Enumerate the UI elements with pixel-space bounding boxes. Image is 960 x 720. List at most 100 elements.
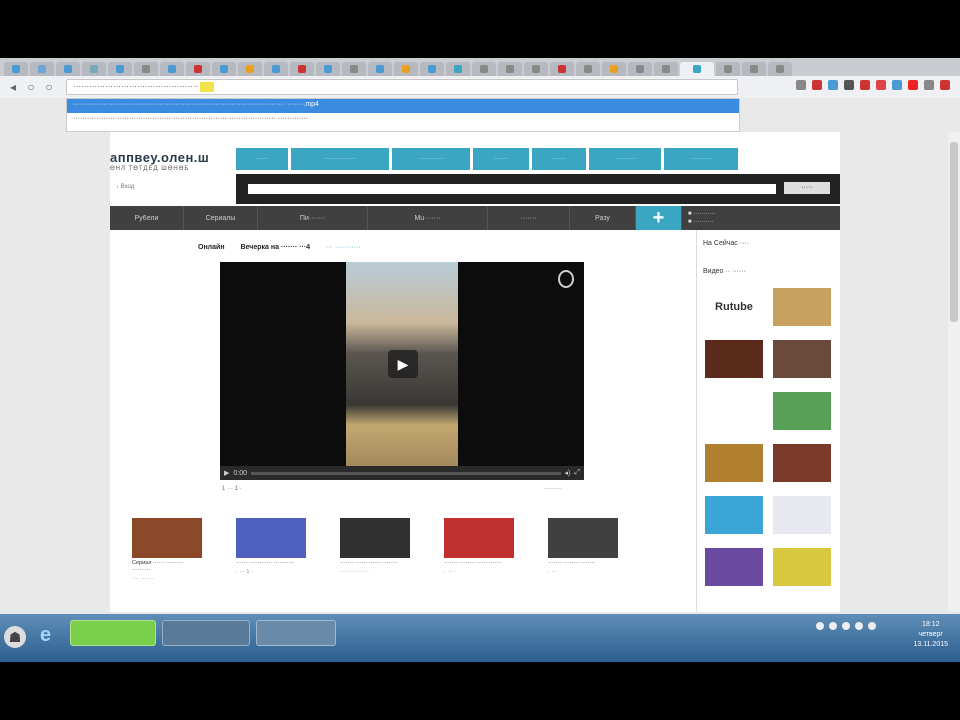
- site-logo[interactable]: аппвеу.олен.ш: [110, 150, 209, 165]
- browser-tab[interactable]: [342, 62, 366, 76]
- browser-tab[interactable]: [212, 62, 236, 76]
- browser-tab[interactable]: [108, 62, 132, 76]
- browser-tab[interactable]: [134, 62, 158, 76]
- browser-tab[interactable]: [550, 62, 574, 76]
- extension-icon[interactable]: [844, 80, 854, 90]
- partner-tile[interactable]: Rutube: [705, 288, 763, 326]
- browser-tab[interactable]: [654, 62, 678, 76]
- suggestion-row[interactable]: ········································…: [67, 113, 739, 127]
- browser-tab[interactable]: [576, 62, 600, 76]
- browser-tab[interactable]: [472, 62, 496, 76]
- browser-tab[interactable]: [716, 62, 740, 76]
- reload-icon[interactable]: ○: [24, 80, 38, 94]
- browser-tab[interactable]: [368, 62, 392, 76]
- browser-tab[interactable]: [446, 62, 470, 76]
- browser-tab[interactable]: [82, 62, 106, 76]
- browser-tab[interactable]: [30, 62, 54, 76]
- related-video-caption[interactable]: ······· ············ ···········: [236, 560, 306, 567]
- partner-tile[interactable]: [705, 444, 763, 482]
- channel-tag[interactable]: Онлайн: [198, 244, 225, 251]
- browser-tab[interactable]: [316, 62, 340, 76]
- partner-tile[interactable]: [705, 392, 763, 430]
- extension-icon[interactable]: [812, 80, 822, 90]
- related-video-card[interactable]: Сериал ······ ·········· ·········· ···· …: [132, 518, 202, 582]
- extension-icon[interactable]: [876, 80, 886, 90]
- extension-icon[interactable]: [796, 80, 806, 90]
- browser-tab[interactable]: [394, 62, 418, 76]
- tray-icon[interactable]: [855, 622, 863, 630]
- taskbar-window-button[interactable]: [162, 620, 250, 646]
- extension-icon[interactable]: [924, 80, 934, 90]
- category-tab[interactable]: Ру6ели: [110, 206, 184, 230]
- related-video-thumbnail[interactable]: [236, 518, 306, 558]
- category-tab[interactable]: Разу: [570, 206, 636, 230]
- partner-tile[interactable]: [705, 340, 763, 378]
- search-input[interactable]: [248, 184, 776, 194]
- play-icon[interactable]: ▶: [388, 350, 418, 378]
- partner-tile[interactable]: [705, 496, 763, 534]
- account-link[interactable]: ■ ··········: [688, 218, 715, 226]
- related-video-thumbnail[interactable]: [444, 518, 514, 558]
- browser-tab[interactable]: [498, 62, 522, 76]
- nav-item[interactable]: ············: [392, 148, 470, 170]
- category-tab[interactable]: Mu·······: [368, 206, 488, 230]
- category-tab[interactable]: ·······: [488, 206, 570, 230]
- partner-tile[interactable]: [705, 548, 763, 586]
- start-button[interactable]: ☗: [4, 626, 26, 648]
- seek-bar[interactable]: [251, 471, 561, 475]
- taskbar-window-button[interactable]: [70, 620, 156, 646]
- nav-item[interactable]: ·······: [473, 148, 529, 170]
- extension-icon[interactable]: [940, 80, 950, 90]
- search-button[interactable]: ·····: [784, 182, 830, 194]
- related-video-card[interactable]: ········ ········ ········ · ···: [548, 518, 618, 582]
- browser-tab[interactable]: [56, 62, 80, 76]
- video-extra-meta[interactable]: ·········: [544, 486, 562, 492]
- browser-tab[interactable]: [420, 62, 444, 76]
- related-video-card[interactable]: ······· ············ ··········· · ··· 1 …: [236, 518, 306, 582]
- add-video-button[interactable]: +: [636, 206, 682, 230]
- account-menu[interactable]: ■ ··········· ■ ··········: [682, 206, 721, 230]
- internet-explorer-icon[interactable]: e: [40, 624, 51, 647]
- partner-tile[interactable]: [773, 288, 831, 326]
- tray-icon[interactable]: [868, 622, 876, 630]
- browser-tab[interactable]: [742, 62, 766, 76]
- clock[interactable]: 18:12 четверг 13.11.2015: [913, 620, 948, 650]
- tray-icon[interactable]: [816, 622, 824, 630]
- taskbar-window-button[interactable]: [256, 620, 336, 646]
- extension-icon[interactable]: [828, 80, 838, 90]
- related-video-thumbnail[interactable]: [132, 518, 202, 558]
- related-video-card[interactable]: ········ ······ ······· ········ ····· ··…: [340, 518, 410, 582]
- address-bar[interactable]: ········································…: [66, 79, 738, 95]
- nav-item[interactable]: ······: [236, 148, 288, 170]
- browser-tab[interactable]: [524, 62, 548, 76]
- partner-tile[interactable]: [773, 340, 831, 378]
- account-link[interactable]: ■ ···········: [688, 210, 715, 218]
- fullscreen-icon[interactable]: ⤢: [574, 469, 580, 477]
- home-icon[interactable]: ○: [42, 80, 56, 94]
- tray-icon[interactable]: [842, 622, 850, 630]
- browser-tab[interactable]: [238, 62, 262, 76]
- back-icon[interactable]: ◂: [6, 80, 20, 94]
- browser-tab[interactable]: [680, 62, 714, 76]
- scrollbar-thumb[interactable]: [950, 142, 958, 322]
- browser-tab[interactable]: [768, 62, 792, 76]
- related-video-caption[interactable]: ········ ······ ······· ········: [340, 560, 410, 567]
- tray-icon[interactable]: [829, 622, 837, 630]
- related-video-thumbnail[interactable]: [340, 518, 410, 558]
- nav-item[interactable]: ·······: [532, 148, 586, 170]
- browser-tab[interactable]: [264, 62, 288, 76]
- browser-tab[interactable]: [160, 62, 184, 76]
- extension-icon[interactable]: [860, 80, 870, 90]
- extension-icon[interactable]: [908, 80, 918, 90]
- video-meta-link[interactable]: ··· ···········: [326, 244, 361, 251]
- browser-tab[interactable]: [602, 62, 626, 76]
- extension-icon[interactable]: [892, 80, 902, 90]
- login-link[interactable]: ↓ Вход: [116, 184, 134, 190]
- suggestion-row[interactable]: ········································…: [67, 99, 739, 113]
- browser-tab[interactable]: [186, 62, 210, 76]
- category-tab[interactable]: Пи·······: [258, 206, 368, 230]
- category-tab[interactable]: Сериалы: [184, 206, 258, 230]
- page-scrollbar[interactable]: [948, 132, 960, 612]
- nav-item[interactable]: ··········: [664, 148, 738, 170]
- related-video-thumbnail[interactable]: [548, 518, 618, 558]
